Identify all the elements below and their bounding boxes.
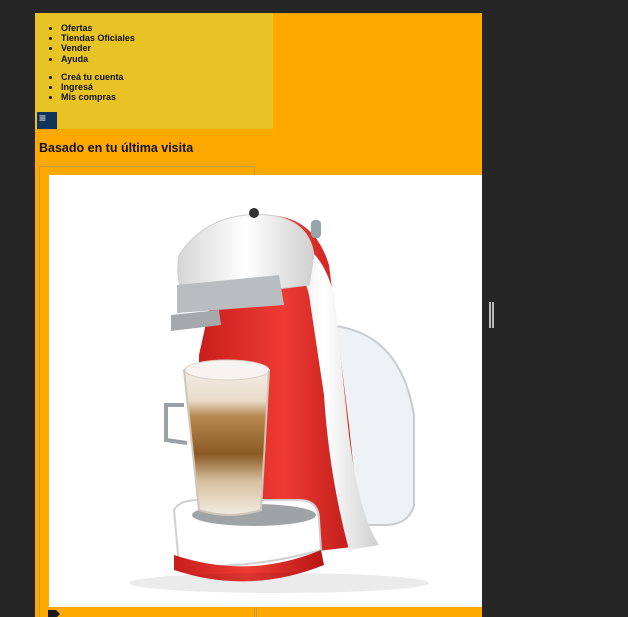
nav-list: Ofertas Tiendas Oficiales Vender Ayuda [35,23,135,64]
account-list: Creá tu cuenta Ingresá Mis compras [35,72,124,103]
nav-menu-panel: Ofertas Tiendas Oficiales Vender Ayuda C… [35,13,273,129]
hamburger-menu-icon: ≡ [39,111,47,125]
nav-item-ayuda[interactable]: Ayuda [61,54,135,64]
coffee-machine-illustration [129,208,429,593]
coffee-machine-image[interactable] [49,175,482,607]
nav-item-crea-tu-cuenta[interactable]: Creá tu cuenta [61,72,124,82]
nav-item-vender[interactable]: Vender [61,43,135,53]
cart-icon [48,610,60,617]
nav-item-tiendas-oficiales[interactable]: Tiendas Oficiales [61,33,135,43]
nav-item-ingresa[interactable]: Ingresá [61,82,124,92]
hamburger-menu-button[interactable]: ≡ [37,112,57,129]
nav-item-mis-compras[interactable]: Mis compras [61,92,124,102]
section-title: Basado en tu última visita [39,141,194,155]
page-content: Ofertas Tiendas Oficiales Vender Ayuda C… [35,13,482,617]
nav-item-ofertas[interactable]: Ofertas [61,23,135,33]
resize-handle[interactable] [489,302,494,328]
